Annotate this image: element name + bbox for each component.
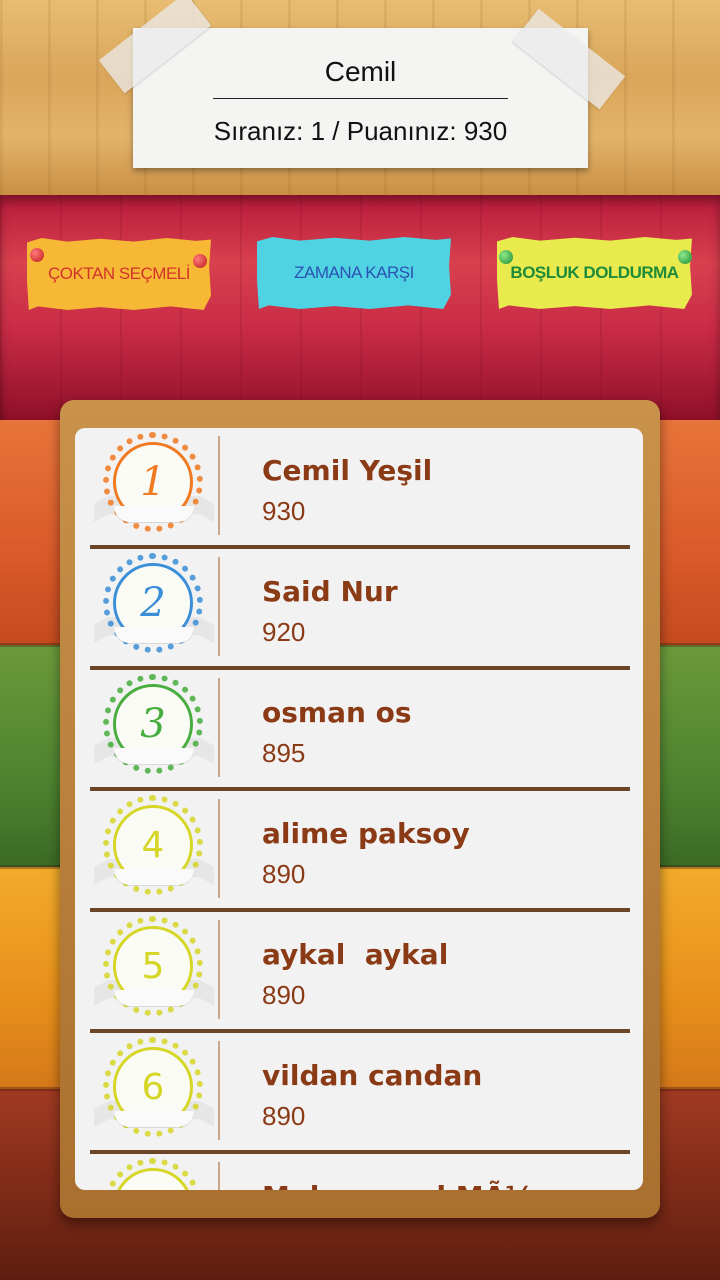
fill-in-blank-label: BOŞLUK DOLDURMA (510, 263, 679, 282)
leaderboard-row[interactable]: 6 vildan candan 890 (90, 1033, 630, 1154)
note-divider (213, 98, 508, 99)
user-rank-score: Sıranız: 1 / Puanınız: 930 (213, 116, 508, 146)
player-name: Cemil Yeşil (262, 454, 433, 487)
rank-badge-icon: 1 (90, 432, 218, 538)
rank-badge-icon: 2 (90, 553, 218, 659)
time-attack-button[interactable]: ZAMANA KARŞI (257, 237, 451, 309)
multiple-choice-label: ÇOKTAN SEÇMELİ (48, 264, 190, 283)
leaderboard-list[interactable]: 1 Cemil Yeşil 930 2 Said Nur 920 3 osman… (75, 428, 643, 1190)
multiple-choice-button[interactable]: ÇOKTAN SEÇMELİ (27, 238, 211, 310)
player-score: 890 (262, 980, 306, 1010)
rank-number: 1 (140, 459, 166, 505)
pin-icon (678, 250, 692, 264)
rank-seal: 7 (103, 1158, 203, 1191)
leaderboard-row[interactable]: 2 Said Nur 920 (90, 549, 630, 670)
rank-badge-icon: 5 (90, 916, 218, 1022)
rank-badge-icon: 7 (90, 1158, 218, 1190)
user-name: Cemil (324, 56, 397, 87)
rank-badge-icon: 3 (90, 674, 218, 780)
player-score: 895 (262, 738, 306, 768)
player-name: Said Nur (262, 575, 398, 608)
pin-icon (193, 254, 207, 268)
leaderboard-row[interactable]: 4 alime paksoy 890 (90, 791, 630, 912)
rank-number: 5 (141, 945, 165, 987)
player-score: 920 (262, 617, 306, 647)
leaderboard-row[interactable]: 7 Muhammed MÃ¼ (90, 1154, 630, 1190)
rank-badge-icon: 6 (90, 1037, 218, 1143)
leaderboard-row[interactable]: 3 osman os 895 (90, 670, 630, 791)
player-name: vildan candan (262, 1059, 483, 1092)
player-score: 890 (262, 859, 306, 889)
player-score: 890 (262, 1101, 306, 1131)
rank-number: 3 (140, 701, 166, 747)
player-name: Muhammed MÃ¼ (262, 1180, 534, 1190)
pin-icon (30, 248, 44, 262)
leaderboard-row[interactable]: 5 aykal aykal 890 (90, 912, 630, 1033)
rank-number: 4 (141, 824, 165, 866)
leaderboard-row[interactable]: 1 Cemil Yeşil 930 (90, 428, 630, 549)
player-name: alime paksoy (262, 817, 470, 850)
user-info-note: Cemil Sıranız: 1 / Puanınız: 930 (133, 28, 588, 168)
rank-badge-icon: 4 (90, 795, 218, 901)
rank-number: 2 (140, 580, 166, 626)
pin-icon (499, 250, 513, 264)
rank-number: 7 (142, 1188, 165, 1191)
player-score: 930 (262, 496, 306, 526)
player-name: osman os (262, 696, 412, 729)
rank-number: 6 (141, 1066, 165, 1108)
player-name: aykal aykal (262, 938, 449, 971)
time-attack-label: ZAMANA KARŞI (294, 263, 414, 282)
fill-in-blank-button[interactable]: BOŞLUK DOLDURMA (497, 237, 692, 309)
